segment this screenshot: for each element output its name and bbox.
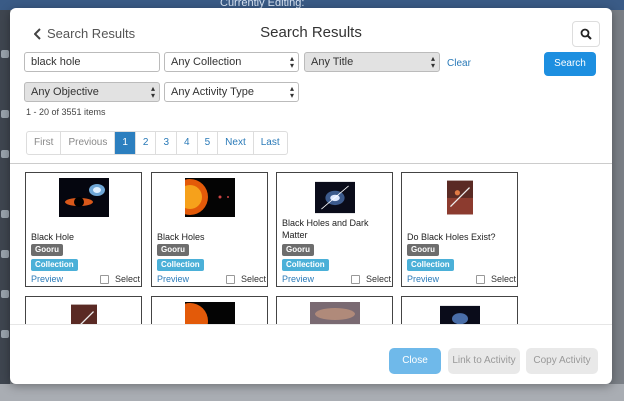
page-3[interactable]: 3 (156, 132, 178, 154)
app-sidebar (0, 10, 10, 401)
preview-link[interactable]: Preview (157, 274, 189, 284)
preview-link[interactable]: Preview (31, 274, 63, 284)
search-button[interactable]: Search (544, 52, 596, 76)
select-arrows-icon: ▴ ▾ (430, 54, 435, 70)
preview-link[interactable]: Preview (407, 274, 439, 284)
sidebar-icon (1, 330, 9, 338)
checkbox-icon (100, 274, 109, 284)
close-button[interactable]: Close (389, 348, 441, 374)
results-grid: Black Hole Gooru Collection Preview Sele… (10, 164, 612, 324)
pagination: First Previous 1 2 3 4 5 Next Last (26, 131, 288, 155)
search-input[interactable]: black hole (24, 52, 160, 72)
select-label: Select (491, 274, 517, 284)
badge-type: Collection (157, 259, 204, 271)
select-checkbox[interactable]: Select (476, 274, 516, 284)
select-checkbox[interactable]: Select (351, 274, 391, 284)
checkbox-icon (351, 274, 360, 284)
page-4[interactable]: 4 (177, 132, 198, 154)
thumbnail-image (71, 304, 97, 324)
select-label: Select (115, 274, 141, 284)
sidebar-icon (1, 210, 9, 218)
result-card (401, 296, 518, 324)
thumbnail-image (440, 305, 480, 324)
result-card: Black Holes Gooru Collection Preview Sel… (151, 172, 268, 287)
copy-activity-button[interactable]: Copy Activity (526, 348, 598, 374)
page-last[interactable]: Last (254, 132, 287, 154)
checkbox-icon (476, 274, 485, 284)
thumbnail-image (310, 302, 360, 324)
result-card: Black Holes and Dark Matter Gooru Collec… (276, 172, 393, 287)
result-card (25, 296, 142, 324)
page-1[interactable]: 1 (115, 132, 136, 154)
result-card (276, 296, 393, 324)
page-previous[interactable]: Previous (61, 132, 116, 154)
page-2[interactable]: 2 (136, 132, 157, 154)
sidebar-icon (1, 150, 9, 158)
select-checkbox[interactable]: Select (226, 274, 266, 284)
badge-source: Gooru (157, 244, 189, 256)
card-title: Do Black Holes Exist? (407, 232, 496, 242)
badge-source: Gooru (407, 244, 439, 256)
page-next[interactable]: Next (218, 132, 254, 154)
select-label: Select (241, 274, 267, 284)
page-first[interactable]: First (27, 132, 62, 154)
checkbox-icon (226, 274, 235, 284)
sidebar-icon (1, 110, 9, 118)
thumbnail-image (447, 180, 473, 215)
sidebar-icon (1, 50, 9, 58)
result-count: 1 - 20 of 3551 items (26, 107, 106, 117)
result-card: Do Black Holes Exist? Gooru Collection P… (401, 172, 518, 287)
activity-type-select[interactable]: Any Activity Type ▴ ▾ (164, 82, 299, 102)
activity-type-select-value: Any Activity Type (171, 86, 254, 98)
select-checkbox[interactable]: Select (100, 274, 140, 284)
sidebar-icon (1, 250, 9, 258)
thumbnail-image (315, 181, 355, 214)
collection-select-value: Any Collection (171, 56, 242, 68)
result-card (151, 296, 268, 324)
thumbnail-image (59, 178, 109, 217)
title-select[interactable]: Any Title ▴ ▾ (304, 52, 440, 72)
card-title: Black Hole (31, 232, 75, 242)
thumbnail-image (185, 178, 235, 217)
title-select-value: Any Title (311, 56, 354, 68)
clear-link[interactable]: Clear (447, 58, 471, 69)
page-5[interactable]: 5 (198, 132, 219, 154)
select-label: Select (366, 274, 392, 284)
select-arrows-icon: ▴ ▾ (289, 84, 294, 100)
search-icon (580, 28, 592, 40)
select-arrows-icon: ▴ ▾ (289, 54, 294, 70)
badge-type: Collection (282, 259, 329, 271)
result-card: Black Hole Gooru Collection Preview Sele… (25, 172, 142, 287)
objective-select-value: Any Objective (31, 86, 99, 98)
objective-select[interactable]: Any Objective ▴ ▾ (24, 82, 160, 102)
link-to-activity-button[interactable]: Link to Activity (448, 348, 520, 374)
card-title: Black Holes and Dark Matter (282, 218, 369, 240)
badge-source: Gooru (282, 244, 314, 256)
search-results-modal: Search Results Search Results black hole… (10, 8, 612, 384)
thumbnail-image (185, 302, 235, 324)
card-title: Black Holes (157, 232, 205, 242)
sidebar-icon (1, 290, 9, 298)
badge-type: Collection (31, 259, 78, 271)
preview-link[interactable]: Preview (282, 274, 314, 284)
collection-select[interactable]: Any Collection ▴ ▾ (164, 52, 299, 72)
footer-divider (10, 324, 612, 325)
modal-title: Search Results (260, 24, 362, 41)
badge-type: Collection (407, 259, 454, 271)
app-footer (0, 384, 624, 401)
search-icon-button[interactable] (572, 21, 600, 47)
badge-source: Gooru (31, 244, 63, 256)
select-arrows-icon: ▴ ▾ (150, 84, 155, 100)
